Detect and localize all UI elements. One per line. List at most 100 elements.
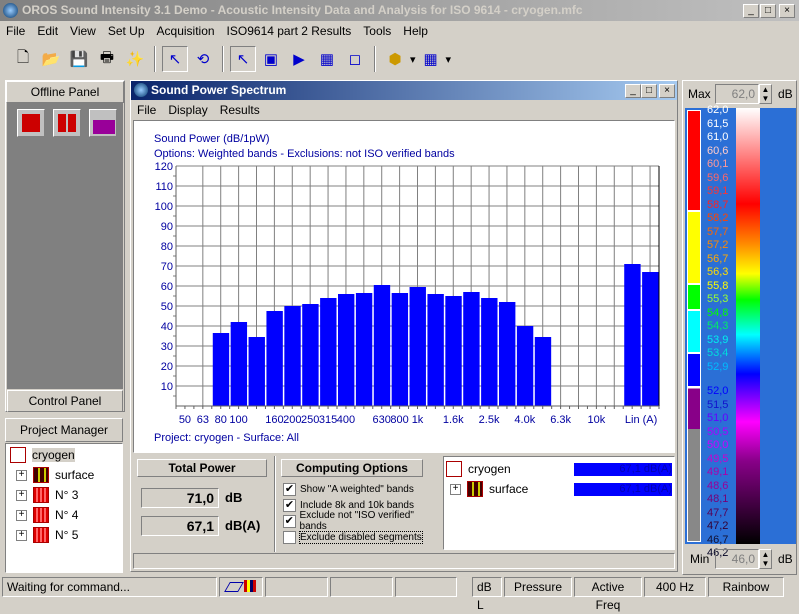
child-status-strip [133, 553, 675, 569]
control-panel-button[interactable]: Control Panel [7, 390, 123, 412]
dropdown-arrow-icon[interactable]: ▾ [446, 53, 452, 66]
status-unit: dB L [472, 577, 502, 612]
save-button[interactable]: 💾 [66, 46, 92, 72]
max-label: Max [688, 87, 711, 101]
project-manager-header[interactable]: Project Manager [5, 418, 123, 442]
zoom-button[interactable]: ▣ [258, 46, 284, 72]
box-button[interactable]: ◻ [342, 46, 368, 72]
tree-item[interactable]: cryogen [10, 445, 75, 465]
menu-tools[interactable]: Tools [357, 22, 397, 40]
tree-item[interactable]: + surface [16, 465, 94, 485]
bar [284, 306, 301, 406]
segment-icon [33, 507, 49, 523]
expand-icon[interactable]: + [16, 469, 27, 481]
probe-button[interactable]: ↖ [230, 46, 256, 72]
colorbar-tick-label: 61,0 [707, 131, 729, 143]
x-tick-label: 63 [197, 414, 209, 426]
x-tick-label: 100 [229, 414, 247, 426]
spectrum-view-button[interactable] [89, 109, 117, 137]
max-spinner[interactable]: ▲ ▼ [759, 84, 772, 104]
total-power-lin-unit: dB [225, 490, 243, 505]
colorbar-tick-label: 50,0 [707, 439, 729, 451]
open-button[interactable]: 📂 [38, 46, 64, 72]
menu-file[interactable]: File [0, 22, 31, 40]
surface-icon [33, 467, 49, 483]
option-checkbox[interactable]: ✔ Show "A weighted" bands [283, 481, 438, 497]
menu-set-up[interactable]: Set Up [102, 22, 151, 40]
checkbox-checked-icon[interactable]: ✔ [283, 482, 296, 496]
new-button[interactable]: 🗋 [10, 46, 36, 72]
select-button[interactable]: ▶ [286, 46, 312, 72]
expand-icon[interactable]: + [16, 509, 27, 521]
minimize-button[interactable]: _ [743, 4, 759, 18]
mesh-button[interactable]: ▦ [418, 46, 444, 72]
menu-view[interactable]: View [64, 22, 102, 40]
colorbar-tick-label: 60,1 [707, 158, 729, 170]
rotate-button[interactable]: ⟲ [190, 46, 216, 72]
status-palette[interactable]: Rainbow [708, 577, 784, 597]
wand-button[interactable]: ✨ [122, 46, 148, 72]
menu-iso9614-part-2-results[interactable]: ISO9614 part 2 Results [221, 22, 358, 40]
expand-icon[interactable]: + [450, 483, 461, 495]
quad-view-button[interactable] [53, 109, 81, 137]
surface-icon [467, 481, 483, 497]
child-menu-file[interactable]: File [131, 101, 162, 119]
close-button[interactable]: × [779, 4, 795, 18]
computing-options: ✔ Show "A weighted" bands ✔ Include 8k and … [283, 481, 438, 545]
menu-edit[interactable]: Edit [31, 22, 64, 40]
colorbar-tick-label: 54,3 [707, 320, 729, 332]
bar [516, 326, 534, 406]
total-power-a-unit: dB(A) [225, 518, 261, 533]
expand-icon[interactable]: + [16, 529, 27, 541]
option-checkbox[interactable]: Exclude disabled segments [283, 529, 438, 545]
grid-select-button[interactable]: ▦ [314, 46, 340, 72]
colorbar-tick-label: 57,2 [707, 239, 729, 251]
x-tick-label: 630 [373, 414, 391, 426]
offline-panel-header[interactable]: Offline Panel [6, 81, 124, 103]
y-tick-label: 120 [155, 161, 173, 173]
child-menu-results[interactable]: Results [214, 101, 266, 119]
results-tree: cryogen 67,1 dB(A) + surface 67,1 dB(A) [443, 456, 675, 550]
menu-help[interactable]: Help [397, 22, 434, 40]
result-item[interactable]: + surface [450, 479, 528, 499]
status-message: Waiting for command... [2, 577, 217, 597]
cube-button[interactable]: ⬢ [382, 46, 408, 72]
menu-acquisition[interactable]: Acquisition [151, 22, 221, 40]
colorbar-tick-label: 52,9 [707, 360, 729, 373]
status-mode: Pressure [504, 577, 572, 597]
checkbox-checked-icon[interactable]: ✔ [283, 514, 296, 528]
toolbar-separator [154, 46, 156, 72]
min-spinner[interactable]: ▲ ▼ [759, 549, 772, 569]
pointer-button[interactable]: ↖ [162, 46, 188, 72]
tree-item[interactable]: + N° 5 [16, 525, 78, 545]
project-icon [446, 461, 462, 477]
palette-icon [244, 580, 256, 592]
print-button[interactable]: 🖶 [94, 46, 120, 72]
child-close-button[interactable]: × [659, 84, 675, 98]
bar [212, 333, 230, 406]
colorbar-tick-label: 50,5 [707, 425, 729, 438]
tree-item[interactable]: + N° 3 [16, 485, 78, 505]
dropdown-arrow-icon[interactable]: ▾ [410, 53, 416, 66]
maximize-button[interactable]: □ [760, 4, 776, 18]
status-pane-empty [395, 577, 457, 597]
x-tick-label: 800 [390, 414, 408, 426]
computing-options-header: Computing Options [281, 459, 423, 477]
child-minimize-button[interactable]: _ [625, 84, 641, 98]
tree-item[interactable]: + N° 4 [16, 505, 78, 525]
expand-icon[interactable]: + [16, 489, 27, 501]
result-item[interactable]: cryogen [446, 459, 511, 479]
child-maximize-button[interactable]: □ [641, 84, 657, 98]
single-view-button[interactable] [17, 109, 45, 137]
colorbar-tick-label: 46,7 [707, 533, 729, 546]
view-icon [22, 114, 40, 132]
checkbox-empty-icon[interactable] [283, 530, 296, 544]
bar [391, 293, 409, 406]
window-title-bar: OROS Sound Intensity 3.1 Demo - Acoustic… [0, 0, 799, 21]
option-checkbox[interactable]: ✔ Exclude not "ISO verified" bands [283, 510, 438, 532]
max-input[interactable]: 62,0 [715, 84, 759, 104]
child-menu-display[interactable]: Display [162, 101, 213, 119]
checkbox-checked-icon[interactable]: ✔ [283, 498, 296, 512]
min-input[interactable]: 46,0 [715, 549, 759, 569]
y-tick-label: 50 [161, 301, 173, 313]
